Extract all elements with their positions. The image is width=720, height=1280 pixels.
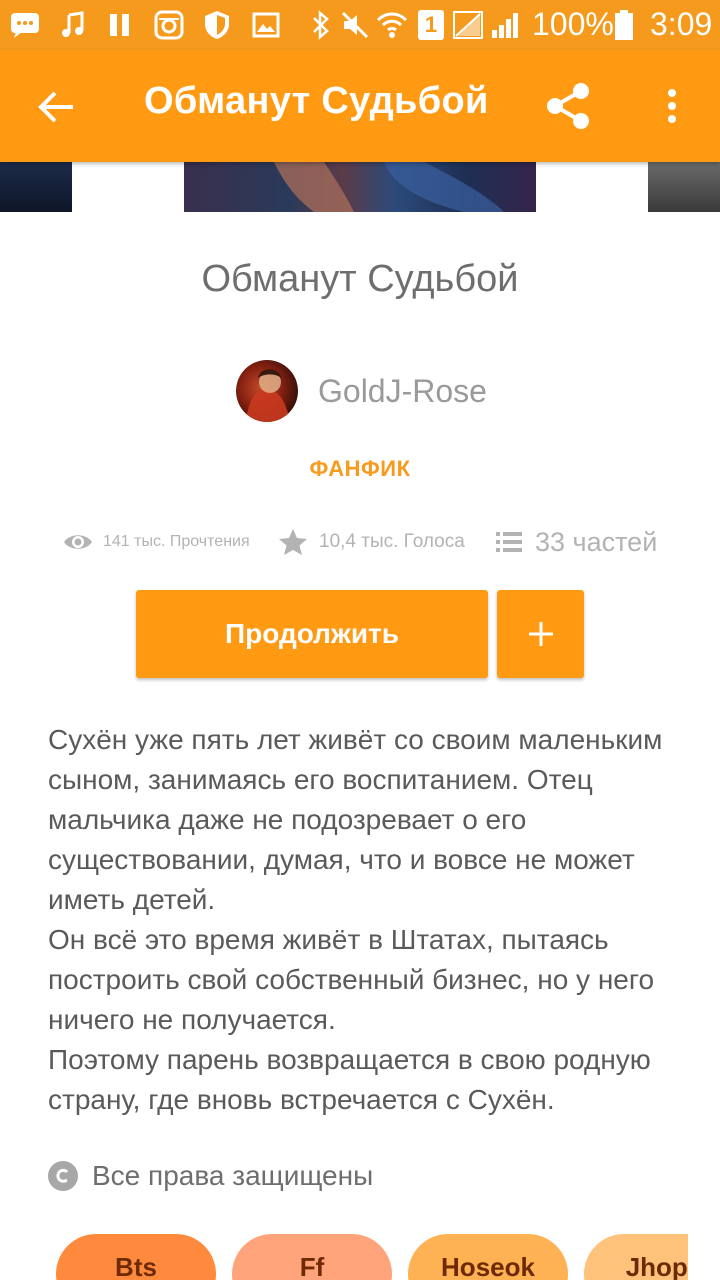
more-options-button[interactable] xyxy=(650,78,694,134)
messages-icon xyxy=(10,10,40,40)
tag-chip[interactable]: Ff xyxy=(232,1234,392,1280)
tag-chip[interactable]: Hoseok xyxy=(408,1234,568,1280)
description-paragraph: Поэтому парень возвращается в свою родну… xyxy=(48,1044,651,1115)
author-link[interactable]: GoldJ-Rose xyxy=(236,360,487,422)
reads-stat: 141 тыс. Прочтения xyxy=(62,522,250,562)
signal-off-icon xyxy=(452,10,484,40)
wifi-icon xyxy=(376,10,408,40)
copyright-icon xyxy=(48,1161,78,1191)
shield-icon xyxy=(204,10,230,40)
tag-label: Ff xyxy=(299,1252,325,1280)
copyright-text: Все права защищены xyxy=(92,1160,374,1191)
tag-label: Hoseok xyxy=(441,1252,535,1280)
app-bar: Обманут Судьбой xyxy=(0,50,720,162)
continue-reading-button[interactable]: Продолжить xyxy=(136,590,488,678)
story-stats: 141 тыс. Прочтения 10,4 тыс. Голоса 33 ч… xyxy=(0,522,720,562)
cover-art-illustration xyxy=(274,162,504,212)
reads-count: 141 тыс. Прочтения xyxy=(103,533,250,550)
signal-icon xyxy=(490,10,520,40)
back-button[interactable] xyxy=(26,80,86,134)
author-name[interactable]: GoldJ-Rose xyxy=(318,373,487,410)
tag-label: Bts xyxy=(115,1252,157,1280)
author-avatar[interactable] xyxy=(236,360,298,422)
story-description: Сухён уже пять лет живёт со своим малень… xyxy=(48,720,688,1120)
bluetooth-icon xyxy=(310,10,332,40)
pause-icon xyxy=(108,10,132,40)
cover-image-current[interactable] xyxy=(184,162,536,212)
list-icon xyxy=(496,532,522,552)
share-button[interactable] xyxy=(538,78,598,134)
parts-stat[interactable]: 33 частей xyxy=(494,522,657,562)
app-bar-title: Обманут Судьбой xyxy=(144,80,489,122)
clock: 3:09 xyxy=(650,6,713,42)
share-icon xyxy=(547,83,589,129)
status-bar: 1 100% 3:09 xyxy=(0,0,720,50)
image-icon xyxy=(252,10,280,40)
tag-label: Jhope xyxy=(625,1252,688,1280)
tag-chip[interactable]: Jhope xyxy=(584,1234,688,1280)
instagram-icon xyxy=(154,10,184,40)
more-vert-icon xyxy=(668,89,676,123)
description-paragraph: Сухён уже пять лет живёт со своим малень… xyxy=(48,724,663,915)
star-icon xyxy=(279,529,307,555)
genre-label[interactable]: ФАНФИК xyxy=(0,456,720,482)
tag-list: Bts Ff Hoseok Jhope xyxy=(0,1234,688,1280)
mute-icon xyxy=(340,10,370,40)
sim-card-icon: 1 xyxy=(418,10,444,40)
parts-count[interactable]: 33 частей xyxy=(535,527,657,558)
cover-carousel[interactable] xyxy=(0,162,720,212)
sim-slot-label: 1 xyxy=(424,12,438,37)
cover-image-next[interactable] xyxy=(648,162,720,212)
battery-icon xyxy=(614,10,634,40)
back-arrow-icon xyxy=(38,91,73,123)
tag-chip[interactable]: Bts xyxy=(56,1234,216,1280)
story-title: Обманут Судьбой xyxy=(201,258,519,300)
battery-percent: 100% xyxy=(532,6,614,42)
cover-image-prev[interactable] xyxy=(0,162,72,212)
add-to-library-button[interactable] xyxy=(497,590,584,678)
plus-icon xyxy=(528,622,553,646)
music-icon xyxy=(60,10,86,40)
description-paragraph: Он всё это время живёт в Штатах, пытаясь… xyxy=(48,924,655,1035)
votes-stat: 10,4 тыс. Голоса xyxy=(278,522,465,562)
copyright-notice: Все права защищены xyxy=(48,1156,373,1196)
votes-count: 10,4 тыс. Голоса xyxy=(319,531,465,552)
eye-icon xyxy=(64,535,92,549)
